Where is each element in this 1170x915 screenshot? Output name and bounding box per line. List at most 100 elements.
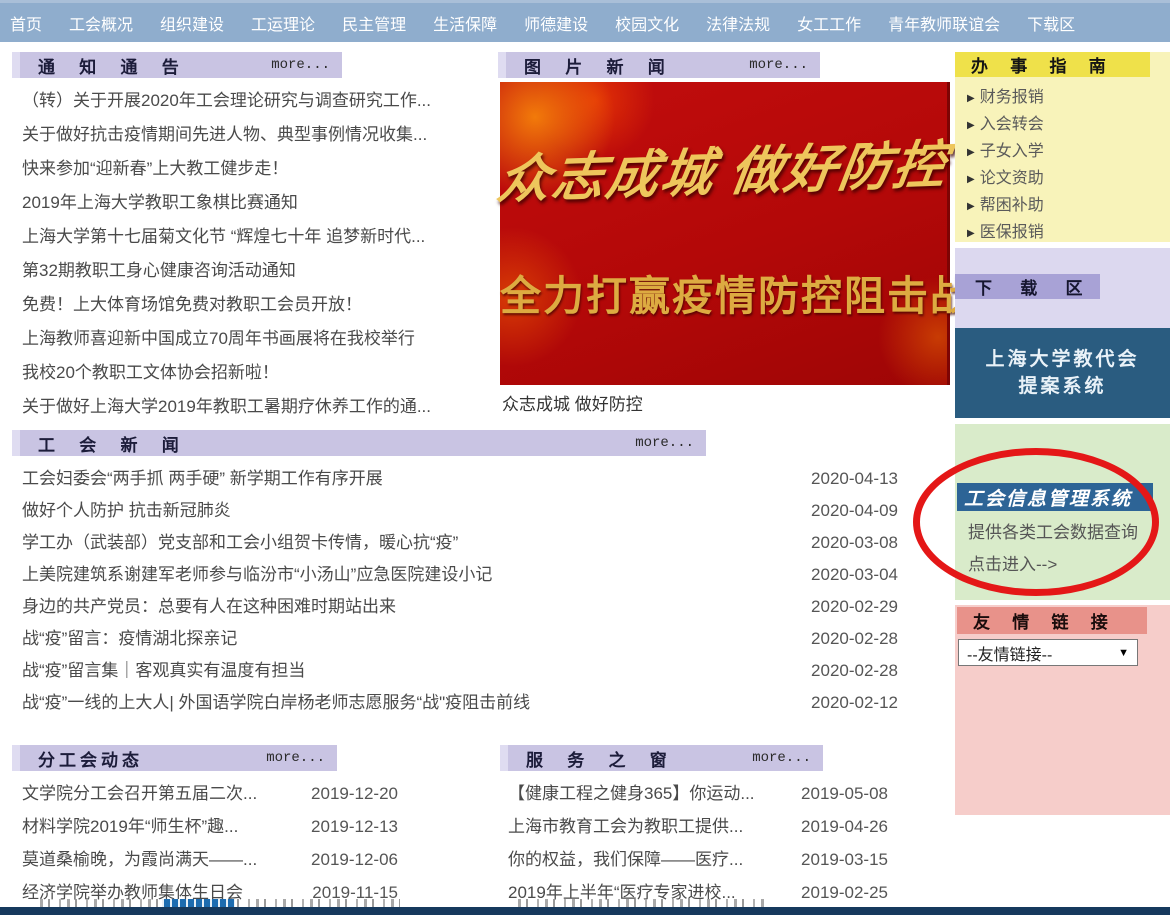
guide-item-medical-reimburse[interactable]: ▶医保报销 (967, 219, 1044, 246)
news-link[interactable]: 学工办（武装部）党支部和工会小组贺卡传情，暖心抗“疫” (22, 527, 458, 559)
table-row: 你的权益，我们保障——医疗... 2019-03-15 (508, 843, 888, 876)
news-link[interactable]: 上美院建筑系谢建军老师参与临汾市“小汤山”应急医院建设小记 (22, 559, 492, 591)
branch-news-more-link[interactable]: more... (266, 750, 325, 766)
nav-item-livelihood[interactable]: 生活保障 (433, 11, 497, 35)
friend-links-dropdown-value: --友情链接-- (967, 641, 1052, 665)
nav-item-labor-theory[interactable]: 工运理论 (251, 11, 315, 35)
news-link[interactable]: 战“疫”留言集｜客观真实有温度有担当 (22, 655, 305, 687)
photo-news-caption[interactable]: 众志成城 做好防控 (502, 390, 643, 415)
photo-news-header: 图 片 新 闻 more... (498, 52, 820, 78)
service-window-more-link[interactable]: more... (752, 750, 811, 766)
table-row: 工会妇委会“两手抓 两手硬” 新学期工作有序开展 2020-04-13 (22, 463, 898, 495)
list-item[interactable]: （转）关于开展2020年工会理论研究与调查研究工作... (22, 84, 492, 118)
clipped-row-selection (162, 899, 235, 907)
service-guide-box: 办 事 指 南 ▶财务报销 ▶入会转会 ▶子女入学 ▶论文资助 ▶帮困补助 ▶医… (955, 52, 1170, 242)
list-item[interactable]: 第32期教职工身心健康咨询活动通知 (22, 254, 492, 288)
union-info-system-link[interactable]: 工会信息管理系统 (957, 483, 1153, 511)
table-row: 文学院分工会召开第五届二次... 2019-12-20 (22, 777, 398, 810)
nav-item-campus-culture[interactable]: 校园文化 (615, 11, 679, 35)
news-link[interactable]: 文学院分工会召开第五届二次... (22, 777, 257, 810)
news-date: 2020-04-13 (811, 463, 898, 495)
nav-item-home[interactable]: 首页 (10, 11, 42, 35)
chevron-down-icon: ▼ (1118, 647, 1129, 659)
guide-item-hardship-subsidy[interactable]: ▶帮困补助 (967, 192, 1044, 219)
table-row: 做好个人防护 抗击新冠肺炎 2020-04-09 (22, 495, 898, 527)
news-link[interactable]: 上海市教育工会为教职工提供... (508, 810, 743, 843)
union-info-system-desc: 提供各类工会数据查询 (968, 518, 1138, 543)
nav-item-law[interactable]: 法律法规 (706, 11, 770, 35)
list-item[interactable]: 关于做好抗击疫情期间先进人物、典型事例情况收集... (22, 118, 492, 152)
proposal-system-banner[interactable]: 上海大学教代会 提案系统 (955, 328, 1170, 418)
news-link[interactable]: 材料学院2019年“师生杯”趣... (22, 810, 238, 843)
list-item[interactable]: 上海大学第十七届菊文化节 “辉煌七十年 追梦新时代... (22, 220, 492, 254)
service-window-title: 服 务 之 窗 (526, 746, 677, 771)
table-row: 上美院建筑系谢建军老师参与临汾市“小汤山”应急医院建设小记 2020-03-04 (22, 559, 898, 591)
nav-item-young-teachers[interactable]: 青年教师联谊会 (888, 11, 1000, 35)
news-link[interactable]: 工会妇委会“两手抓 两手硬” 新学期工作有序开展 (22, 463, 383, 495)
photo-news-title: 图 片 新 闻 (524, 53, 675, 78)
union-news-more-link[interactable]: more... (635, 435, 694, 451)
notices-header: 通 知 通 告 more... (12, 52, 342, 78)
notices-list: （转）关于开展2020年工会理论研究与调查研究工作... 关于做好抗击疫情期间先… (22, 84, 492, 424)
list-item[interactable]: 我校20个教职工文体协会招新啦！ (22, 356, 492, 390)
clipped-row-right (518, 899, 768, 907)
guide-item-membership[interactable]: ▶入会转会 (967, 111, 1044, 138)
notices-more-link[interactable]: more... (271, 57, 330, 73)
proposal-line1: 上海大学教代会 (985, 346, 1139, 373)
news-date: 2020-02-12 (811, 687, 898, 719)
branch-news-list: 文学院分工会召开第五届二次... 2019-12-20 材料学院2019年“师生… (22, 777, 398, 909)
download-zone-box: 下 载 区 (955, 248, 1170, 328)
union-info-system-enter-link[interactable]: 点击进入--> (968, 550, 1057, 575)
guide-item-finance[interactable]: ▶财务报销 (967, 84, 1044, 111)
nav-item-downloads[interactable]: 下载区 (1027, 11, 1075, 35)
branch-news-title: 分工会动态 (38, 746, 143, 771)
union-news-header: 工 会 新 闻 more... (12, 430, 706, 456)
friend-links-dropdown[interactable]: --友情链接-- ▼ (958, 639, 1138, 666)
table-row: 莫道桑榆晚，为霞尚满天——... 2019-12-06 (22, 843, 398, 876)
photo-news-banner[interactable]: 众志成城 做好防控 全力打赢疫情防控阻击战 (500, 82, 950, 385)
bottom-bar (0, 907, 1170, 915)
news-link[interactable]: 【健康工程之健身365】你运动... (508, 777, 755, 810)
nav-item-women[interactable]: 女工工作 (797, 11, 861, 35)
service-guide-list: ▶财务报销 ▶入会转会 ▶子女入学 ▶论文资助 ▶帮困补助 ▶医保报销 (967, 84, 1044, 246)
top-nav: 首页 工会概况 组织建设 工运理论 民主管理 生活保障 师德建设 校园文化 法律… (0, 0, 1170, 42)
triangle-bullet-icon: ▶ (967, 174, 975, 185)
news-date: 2019-12-20 (311, 777, 398, 810)
news-link[interactable]: 战“疫”留言：疫情湖北探亲记 (22, 623, 237, 655)
friend-links-header: 友 情 链 接 (957, 607, 1147, 634)
guide-item-children-school[interactable]: ▶子女入学 (967, 138, 1044, 165)
news-date: 2020-03-04 (811, 559, 898, 591)
news-date: 2019-04-26 (801, 810, 888, 843)
service-window-list: 【健康工程之健身365】你运动... 2019-05-08 上海市教育工会为教职… (508, 777, 888, 909)
nav-item-organization[interactable]: 组织建设 (160, 11, 224, 35)
list-item[interactable]: 2019年上海大学教职工象棋比赛通知 (22, 186, 492, 220)
table-row: 战“疫”留言：疫情湖北探亲记 2020-02-28 (22, 623, 898, 655)
news-date: 2020-02-28 (811, 623, 898, 655)
nav-item-democracy[interactable]: 民主管理 (342, 11, 406, 35)
triangle-bullet-icon: ▶ (967, 120, 975, 131)
union-info-system-title: 工会信息管理系统 (964, 484, 1132, 511)
photo-news-more-link[interactable]: more... (749, 57, 808, 73)
nav-item-ethics[interactable]: 师德建设 (524, 11, 588, 35)
guide-item-paper-funding[interactable]: ▶论文资助 (967, 165, 1044, 192)
table-row: 战“疫”一线的上大人| 外国语学院白岸杨老师志愿服务“战"疫阻击前线 2020-… (22, 687, 898, 719)
list-item[interactable]: 免费！上大体育场馆免费对教职工会员开放！ (22, 288, 492, 322)
friend-links-box: 友 情 链 接 --友情链接-- ▼ (955, 605, 1170, 815)
service-guide-title: 办 事 指 南 (971, 52, 1115, 77)
news-link[interactable]: 你的权益，我们保障——医疗... (508, 843, 743, 876)
news-date: 2020-04-09 (811, 495, 898, 527)
download-zone-header[interactable]: 下 载 区 (955, 274, 1100, 299)
list-item[interactable]: 快来参加“迎新春”上大教工健步走！ (22, 152, 492, 186)
news-link[interactable]: 莫道桑榆晚，为霞尚满天——... (22, 843, 257, 876)
news-link[interactable]: 做好个人防护 抗击新冠肺炎 (22, 495, 231, 527)
table-row: 战“疫”留言集｜客观真实有温度有担当 2020-02-28 (22, 655, 898, 687)
list-item[interactable]: 关于做好上海大学2019年教职工暑期疗休养工作的通... (22, 390, 492, 424)
list-item[interactable]: 上海教师喜迎新中国成立70周年书画展将在我校举行 (22, 322, 492, 356)
news-link[interactable]: 战“疫”一线的上大人| 外国语学院白岸杨老师志愿服务“战"疫阻击前线 (22, 687, 530, 719)
news-link[interactable]: 身边的共产党员：总要有人在这种困难时期站出来 (22, 591, 396, 623)
news-date: 2020-02-28 (811, 655, 898, 687)
notices-title: 通 知 通 告 (38, 53, 189, 78)
table-row: 【健康工程之健身365】你运动... 2019-05-08 (508, 777, 888, 810)
triangle-bullet-icon: ▶ (967, 201, 975, 212)
nav-item-overview[interactable]: 工会概况 (69, 11, 133, 35)
